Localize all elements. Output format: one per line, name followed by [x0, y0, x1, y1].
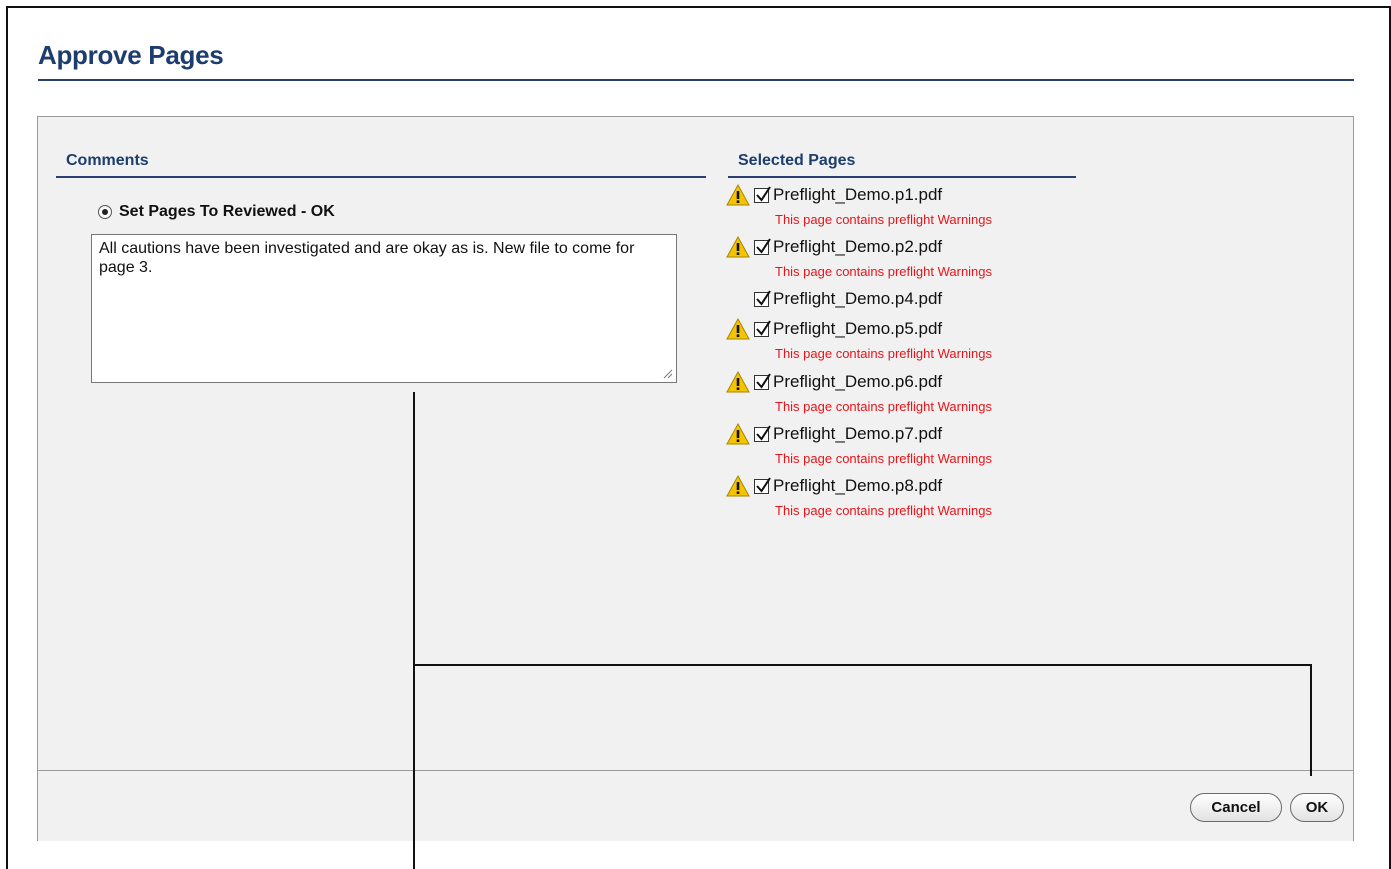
selected-pages-heading-rule [728, 176, 1076, 178]
radio-selected-icon[interactable] [98, 205, 112, 219]
page-row: Preflight_Demo.p8.pdf [726, 473, 942, 499]
page-warning-text: This page contains preflight Warnings [775, 399, 993, 414]
page-checkbox[interactable] [754, 476, 771, 494]
footer-divider [37, 770, 1354, 771]
checkmark-icon [756, 289, 771, 306]
page-file-name: Preflight_Demo.p7.pdf [773, 424, 943, 443]
page-checkbox[interactable] [754, 319, 771, 337]
dialog-panel [37, 116, 1354, 841]
page-file-name: Preflight_Demo.p5.pdf [773, 319, 943, 338]
warning-triangle-icon [726, 371, 754, 393]
checkmark-icon [756, 237, 771, 254]
warning-triangle-icon [726, 318, 754, 340]
comments-heading: Comments [66, 152, 149, 169]
resize-grip-icon[interactable] [663, 369, 673, 379]
page-row: Preflight_Demo.p6.pdf [726, 369, 942, 395]
warning-triangle-icon [726, 184, 754, 206]
page-file-name: Preflight_Demo.p4.pdf [773, 289, 943, 308]
page-row: Preflight_Demo.p1.pdf [726, 182, 942, 208]
page-checkbox[interactable] [754, 424, 771, 442]
page-warning-text: This page contains preflight Warnings [775, 451, 993, 466]
warning-triangle-icon [726, 423, 754, 445]
warning-triangle-icon [726, 475, 754, 497]
page-warning-text: This page contains preflight Warnings [775, 346, 993, 361]
page-row: Preflight_Demo.p5.pdf [726, 316, 942, 342]
warning-triangle-icon [726, 236, 754, 258]
page-file-name: Preflight_Demo.p6.pdf [773, 372, 943, 391]
cancel-button[interactable]: Cancel [1190, 793, 1282, 822]
title-divider [38, 79, 1354, 81]
page-checkbox[interactable] [754, 185, 771, 203]
callout-line-horizontal [413, 664, 1312, 666]
page-file-name: Preflight_Demo.p8.pdf [773, 476, 943, 495]
comment-textarea[interactable]: All cautions have been investigated and … [91, 234, 677, 383]
page-row: Preflight_Demo.p2.pdf [726, 234, 942, 260]
warning-slot-empty [726, 288, 754, 310]
checkmark-icon [756, 185, 771, 202]
comments-heading-rule [56, 176, 706, 178]
callout-line-ok [1310, 664, 1312, 776]
page-checkbox[interactable] [754, 372, 771, 390]
page-checkbox[interactable] [754, 289, 771, 307]
selected-pages-heading: Selected Pages [738, 152, 856, 169]
comment-text: All cautions have been investigated and … [99, 240, 635, 276]
page-row: Preflight_Demo.p4.pdf [726, 286, 942, 312]
ok-button[interactable]: OK [1290, 793, 1344, 822]
dialog-title: Approve Pages [38, 40, 224, 70]
page-row: Preflight_Demo.p7.pdf [726, 421, 942, 447]
page-file-name: Preflight_Demo.p2.pdf [773, 237, 943, 256]
reviewed-ok-label: Set Pages To Reviewed - OK [119, 203, 335, 220]
checkmark-icon [756, 424, 771, 441]
callout-line-comment [413, 392, 415, 869]
reviewed-ok-option[interactable]: Set Pages To Reviewed - OK [98, 203, 335, 221]
checkmark-icon [756, 319, 771, 336]
page-warning-text: This page contains preflight Warnings [775, 503, 993, 518]
page-warning-text: This page contains preflight Warnings [775, 264, 993, 279]
page-file-name: Preflight_Demo.p1.pdf [773, 185, 943, 204]
page-checkbox[interactable] [754, 237, 771, 255]
checkmark-icon [756, 476, 771, 493]
checkmark-icon [756, 372, 771, 389]
page-warning-text: This page contains preflight Warnings [775, 212, 993, 227]
